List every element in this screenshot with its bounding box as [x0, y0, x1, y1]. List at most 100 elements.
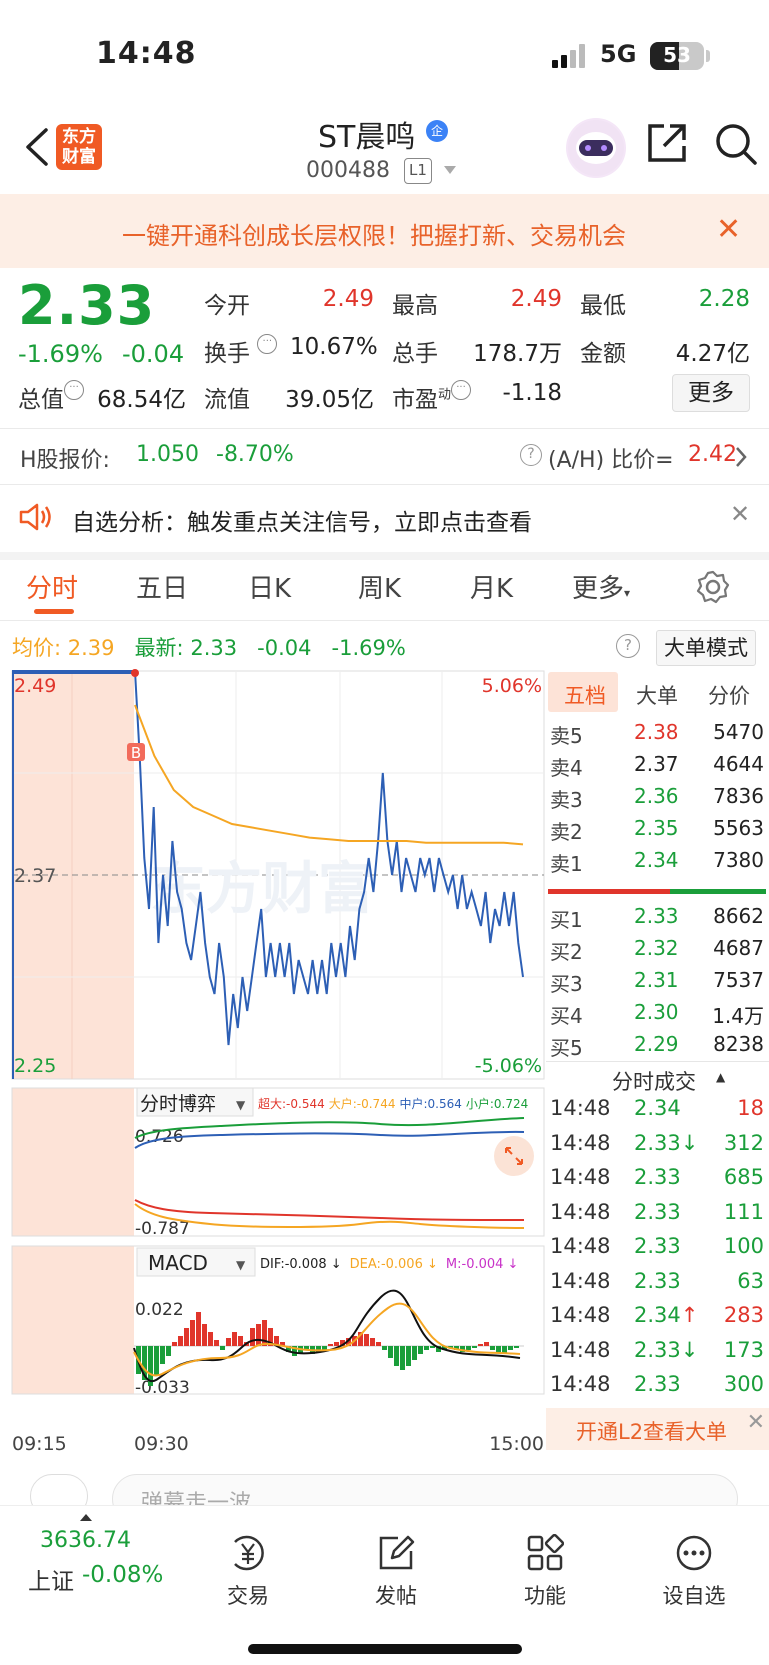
macd-panel-title[interactable]: MACD — [148, 1251, 208, 1275]
tab-day-k[interactable]: 日K — [248, 568, 291, 605]
nav-functions[interactable]: 功能 — [505, 1534, 585, 1610]
help-icon[interactable]: ? — [520, 444, 542, 466]
assistant-robot-icon[interactable] — [566, 118, 626, 178]
game-panel-title[interactable]: 分时博弈 — [140, 1093, 216, 1115]
macd-bar — [202, 1324, 207, 1346]
close-icon[interactable]: ✕ — [747, 1410, 765, 1435]
bid-row[interactable]: 买5 2.29 8238 — [550, 1032, 764, 1062]
pct-min-label: -5.06% — [475, 1055, 542, 1077]
macd-bar — [172, 1342, 177, 1346]
turnover-label[interactable]: 换手 ··· — [204, 334, 278, 368]
game-panel-caret-icon[interactable]: ▼ — [236, 1098, 246, 1112]
index-name[interactable]: 上证 — [28, 1562, 74, 1596]
intraday-chart[interactable]: 东方财富 B 2.49 2.37 2.25 5.06% -5.06% 分时博弈 … — [0, 668, 546, 1458]
index-change[interactable]: -0.08% — [82, 1562, 163, 1588]
chevron-right-icon[interactable] — [734, 446, 748, 468]
tab-more[interactable]: 更多▾ — [572, 568, 630, 605]
trade-price-value: 2.34 — [634, 1303, 681, 1327]
nav-trade[interactable]: 交易 — [208, 1534, 288, 1610]
bid-label: 买3 — [550, 972, 583, 996]
macd-bar — [424, 1346, 429, 1350]
bid-row[interactable]: 买1 2.33 8662 — [550, 904, 764, 934]
promo-banner-text[interactable]: 一键开通科创成长层权限！把握打新、交易机会 — [122, 216, 626, 251]
ask-label: 卖3 — [550, 788, 583, 812]
index-value[interactable]: 3636.74 — [40, 1528, 131, 1553]
ask-volume: 7380 — [713, 848, 764, 872]
mktcap-label[interactable]: 总值 ··· — [18, 380, 84, 414]
trades-title[interactable]: 分时成交 — [612, 1066, 696, 1096]
l2-upsell-text[interactable]: 开通L2查看大单 — [576, 1416, 727, 1446]
ask-row[interactable]: 卖4 2.37 4644 — [550, 752, 764, 782]
trade-time: 14:48 — [550, 1130, 611, 1155]
ask-row[interactable]: 卖1 2.34 7380 — [550, 848, 764, 878]
trade-price: 2.33↓ — [634, 1338, 698, 1362]
h-share-price: 1.050 — [136, 442, 199, 467]
danmu-input[interactable]: 弹幕走一波 — [112, 1474, 738, 1506]
macd-panel-caret-icon[interactable]: ▼ — [236, 1258, 246, 1272]
help-icon[interactable]: ? — [616, 634, 640, 658]
level-dropdown-icon[interactable] — [444, 166, 456, 174]
trade-time: 14:48 — [550, 1199, 611, 1224]
macd-legend: DIF:-0.008 ↓ DEA:-0.006 ↓ M:-0.004 ↓ — [260, 1257, 518, 1272]
stock-name: ST晨鸣 — [318, 120, 416, 155]
expand-icon[interactable] — [494, 1136, 534, 1176]
close-icon[interactable]: ✕ — [730, 500, 750, 528]
divider — [0, 620, 769, 621]
back-arrow-icon[interactable] — [18, 124, 58, 170]
caret-up-icon[interactable]: ▲ — [716, 1070, 725, 1084]
alert-text[interactable]: 自选分析：触发重点关注信号，立即点击查看 — [72, 503, 532, 537]
amount-label: 金额 — [580, 341, 626, 367]
share-icon[interactable] — [646, 122, 688, 164]
tab-month-k[interactable]: 月K — [470, 568, 513, 605]
big-order-mode-button[interactable]: 大单模式 — [656, 630, 756, 666]
info-icon[interactable]: ··· — [451, 380, 472, 400]
game-bottom-label: -0.787 — [135, 1219, 190, 1239]
macd-bar — [418, 1346, 423, 1354]
analysis-alert[interactable]: 自选分析：触发重点关注信号，立即点击查看 ✕ — [0, 488, 769, 546]
trade-time: 14:48 — [550, 1234, 611, 1258]
pe-label[interactable]: 市盈动 ··· — [392, 380, 472, 414]
settings-gear-icon[interactable] — [696, 570, 730, 604]
bid-row[interactable]: 买3 2.31 7537 — [550, 968, 764, 998]
h-share-row[interactable]: H股报价: 1.050 -8.70% ? (A/H) 比价= 2.42 — [0, 430, 769, 482]
app-logo[interactable]: 东方 财富 — [56, 124, 102, 170]
promo-banner[interactable]: 一键开通科创成长层权限！把握打新、交易机会 ✕ — [0, 194, 769, 268]
y-min-label: 2.25 — [14, 1055, 56, 1077]
ob-tab-five-levels[interactable]: 五档 — [564, 680, 606, 710]
l2-upsell-bar[interactable]: 开通L2查看大单 ✕ — [546, 1408, 769, 1450]
tab-week-k[interactable]: 周K — [358, 568, 401, 605]
info-icon[interactable]: ··· — [64, 380, 84, 400]
trade-volume: 312 — [723, 1130, 764, 1155]
nav-add-watchlist[interactable]: 设自选 — [654, 1534, 734, 1610]
macd-bar — [490, 1346, 495, 1350]
macd-bar — [364, 1334, 369, 1346]
ask-row[interactable]: 卖3 2.36 7836 — [550, 784, 764, 814]
tab-intraday[interactable]: 分时 — [26, 568, 78, 605]
ask-row[interactable]: 卖5 2.38 5470 — [550, 720, 764, 750]
nav-post[interactable]: 发帖 — [356, 1534, 436, 1610]
bid-row[interactable]: 买4 2.30 1.4万 — [550, 1000, 764, 1030]
ask-price: 2.38 — [634, 720, 679, 744]
macd-bar — [214, 1340, 219, 1346]
macd-bar — [472, 1346, 477, 1348]
bid-label: 买5 — [550, 1036, 583, 1060]
danmu-toggle-icon[interactable] — [30, 1474, 88, 1506]
ask-row[interactable]: 卖2 2.35 5563 — [550, 816, 764, 846]
search-icon[interactable] — [714, 122, 758, 166]
more-button[interactable]: 更多 — [672, 374, 750, 412]
tab-five-day[interactable]: 五日 — [136, 568, 188, 605]
bid-row[interactable]: 买2 2.32 4687 — [550, 936, 764, 966]
bid-price: 2.30 — [634, 1000, 679, 1024]
latest-value: 2.33 — [190, 636, 238, 660]
bid-price: 2.29 — [634, 1032, 679, 1056]
close-icon[interactable]: ✕ — [716, 212, 741, 247]
nav-post-label: 发帖 — [375, 1584, 417, 1608]
low-value: 2.28 — [698, 286, 750, 312]
info-icon[interactable]: ··· — [257, 334, 278, 354]
caret-up-icon[interactable] — [80, 1514, 92, 1521]
bid-ask-ratio-bar — [548, 889, 766, 894]
section-gap — [0, 552, 769, 560]
ob-tab-price-dist[interactable]: 分价 — [708, 680, 750, 710]
ob-tab-big-orders[interactable]: 大单 — [636, 680, 678, 710]
level-badge[interactable]: L1 — [404, 158, 432, 184]
